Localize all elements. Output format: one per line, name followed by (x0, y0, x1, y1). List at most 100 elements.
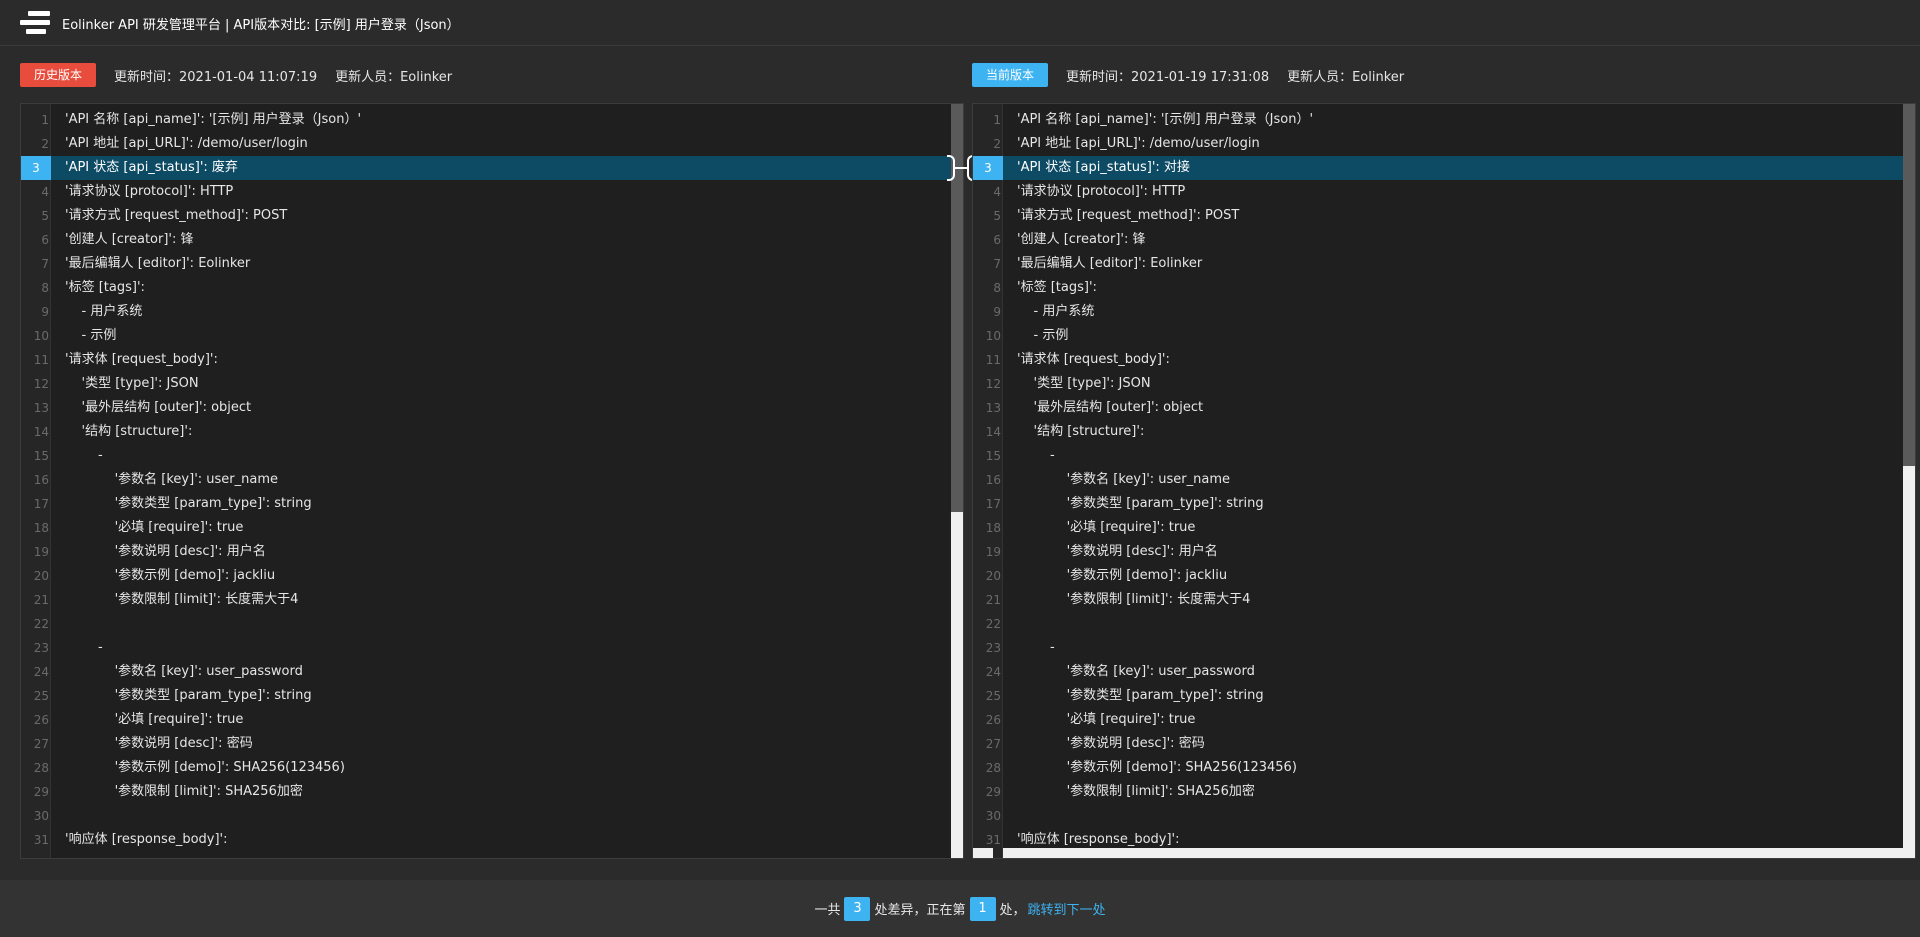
line-number: 23 (33, 641, 49, 655)
line-text: 'API 地址 [api_URL]': /demo/user/login (65, 136, 308, 151)
line-text: '参数限制 [limit]': SHA256加密 (65, 784, 303, 799)
code-line: 11 '请求体 [request_body]': (973, 348, 1915, 372)
code-lines: 1 'API 名称 [api_name]': '[示例] 用户登录（Json）' 2… (21, 108, 963, 852)
line-text: '参数类型 [param_type]': string (65, 496, 312, 511)
line-text: '参数说明 [desc]': 用户名 (1017, 544, 1218, 559)
code-line: 20 '参数示例 [demo]': jackliu (973, 564, 1915, 588)
line-number: 11 (985, 353, 1001, 367)
line-number: 27 (33, 737, 49, 751)
code-line: 15 - (973, 444, 1915, 468)
line-number: 8 (41, 281, 49, 295)
code-line: 5 '请求方式 [request_method]': POST (973, 204, 1915, 228)
vertical-scrollbar[interactable] (951, 104, 963, 858)
line-number: 2 (993, 137, 1001, 151)
line-text: 'API 名称 [api_name]': '[示例] 用户登录（Json）' (65, 112, 362, 127)
line-text: '参数限制 [limit]': SHA256加密 (1017, 784, 1255, 799)
diff-count-prefix: 一共 (814, 903, 841, 918)
code-line: 21 '参数限制 [limit]': 长度需大于4 (973, 588, 1915, 612)
line-text: '参数名 [key]': user_name (1017, 472, 1231, 487)
code-line: 9 - 用户系统 (21, 300, 963, 324)
code-line: 29 '参数限制 [limit]': SHA256加密 (973, 780, 1915, 804)
line-text: - (65, 448, 103, 463)
vertical-scrollbar[interactable] (1903, 104, 1915, 858)
next-diff-link[interactable]: 跳转到下一处 (1028, 899, 1106, 918)
line-number: 17 (33, 497, 49, 511)
line-number: 14 (985, 425, 1001, 439)
line-number: 21 (985, 593, 1001, 607)
line-text: '参数名 [key]': user_name (65, 472, 279, 487)
line-number: 11 (33, 353, 49, 367)
code-line: 4 '请求协议 [protocol]': HTTP (21, 180, 963, 204)
code-line: 22 (973, 612, 1915, 636)
line-number: 6 (41, 233, 49, 247)
code-line: 11 '请求体 [request_body]': (21, 348, 963, 372)
line-text: '参数类型 [param_type]': string (1017, 496, 1264, 511)
line-text: '参数示例 [demo]': jackliu (65, 568, 276, 583)
code-line: 4 '请求协议 [protocol]': HTTP (973, 180, 1915, 204)
line-number: 20 (985, 569, 1001, 583)
horizontal-scrollbar[interactable] (1003, 848, 1903, 858)
line-text: '类型 [type]': JSON (1017, 376, 1151, 391)
line-text: '参数限制 [limit]': 长度需大于4 (65, 592, 299, 607)
diff-highlighted-line: 3 'API 状态 [api_status]': 对接 (973, 156, 1915, 180)
line-text: '参数示例 [demo]': jackliu (1017, 568, 1228, 583)
line-number: 9 (993, 305, 1001, 319)
code-line: 9 - 用户系统 (973, 300, 1915, 324)
line-number: 2 (41, 137, 49, 151)
scrollbar-thumb[interactable] (1903, 104, 1915, 466)
line-text: - (1017, 448, 1055, 463)
code-line: 17 '参数类型 [param_type]': string (973, 492, 1915, 516)
line-text: '参数示例 [demo]': SHA256(123456) (65, 760, 345, 775)
history-diff-pane[interactable]: 1 'API 名称 [api_name]': '[示例] 用户登录（Json）' 2… (20, 103, 964, 859)
line-number: 7 (41, 257, 49, 271)
code-lines: 1 'API 名称 [api_name]': '[示例] 用户登录（Json）' 2… (973, 108, 1915, 852)
line-text: - 用户系统 (1017, 304, 1095, 319)
line-number: 19 (33, 545, 49, 559)
code-line: 29 '参数限制 [limit]': SHA256加密 (21, 780, 963, 804)
line-text: '请求体 [request_body]': (1017, 352, 1170, 367)
code-line: 2 'API 地址 [api_URL]': /demo/user/login (973, 132, 1915, 156)
line-text: '参数名 [key]': user_password (1017, 664, 1255, 679)
line-text: - (1017, 640, 1055, 655)
line-number: 10 (33, 329, 49, 343)
line-number: 28 (985, 761, 1001, 775)
code-line: 23 - (21, 636, 963, 660)
current-diff-pane[interactable]: 1 'API 名称 [api_name]': '[示例] 用户登录（Json）' 2… (972, 103, 1916, 859)
line-text: '创建人 [creator]': 锋 (65, 232, 194, 247)
line-text: '参数示例 [demo]': SHA256(123456) (1017, 760, 1297, 775)
line-number: 22 (33, 617, 49, 631)
line-number: 18 (33, 521, 49, 535)
code-line: 21 '参数限制 [limit]': 长度需大于4 (21, 588, 963, 612)
code-line: 2 'API 地址 [api_URL]': /demo/user/login (21, 132, 963, 156)
code-line: 14 '结构 [structure]': (973, 420, 1915, 444)
line-text: '参数说明 [desc]': 密码 (1017, 736, 1205, 751)
horizontal-scrollbar-corner (973, 848, 993, 858)
line-text: '请求协议 [protocol]': HTTP (1017, 184, 1186, 199)
line-text: '请求方式 [request_method]': POST (1017, 208, 1240, 223)
page-title: Eolinker API 研发管理平台 | API版本对比: [示例] 用户登录… (62, 18, 460, 33)
line-number: 7 (993, 257, 1001, 271)
line-text: '最外层结构 [outer]': object (65, 400, 252, 415)
right-update-time: 更新时间：2021-01-19 17:31:08 (1066, 69, 1270, 85)
line-text: '参数类型 [param_type]': string (1017, 688, 1264, 703)
line-number: 20 (33, 569, 49, 583)
code-line: 24 '参数名 [key]': user_password (973, 660, 1915, 684)
code-line: 14 '结构 [structure]': (21, 420, 963, 444)
code-line: 17 '参数类型 [param_type]': string (21, 492, 963, 516)
left-update-time: 更新时间：2021-01-04 11:07:19 (114, 69, 318, 85)
line-number: 16 (33, 473, 49, 487)
code-line: 23 - (973, 636, 1915, 660)
eolinker-logo-icon (20, 9, 52, 37)
code-line: 6 '创建人 [creator]': 锋 (21, 228, 963, 252)
line-number: 24 (985, 665, 1001, 679)
code-line: 18 '必填 [require]': true (21, 516, 963, 540)
code-line: 22 (21, 612, 963, 636)
code-line: 7 '最后编辑人 [editor]': Eolinker (21, 252, 963, 276)
code-line: 10 - 示例 (21, 324, 963, 348)
code-line: 10 - 示例 (973, 324, 1915, 348)
code-line: 25 '参数类型 [param_type]': string (973, 684, 1915, 708)
right-updater: 更新人员：Eolinker (1287, 69, 1405, 85)
line-text: '响应体 [response_body]': (65, 832, 228, 847)
line-text: - 示例 (65, 328, 117, 343)
line-number: 30 (33, 809, 49, 823)
